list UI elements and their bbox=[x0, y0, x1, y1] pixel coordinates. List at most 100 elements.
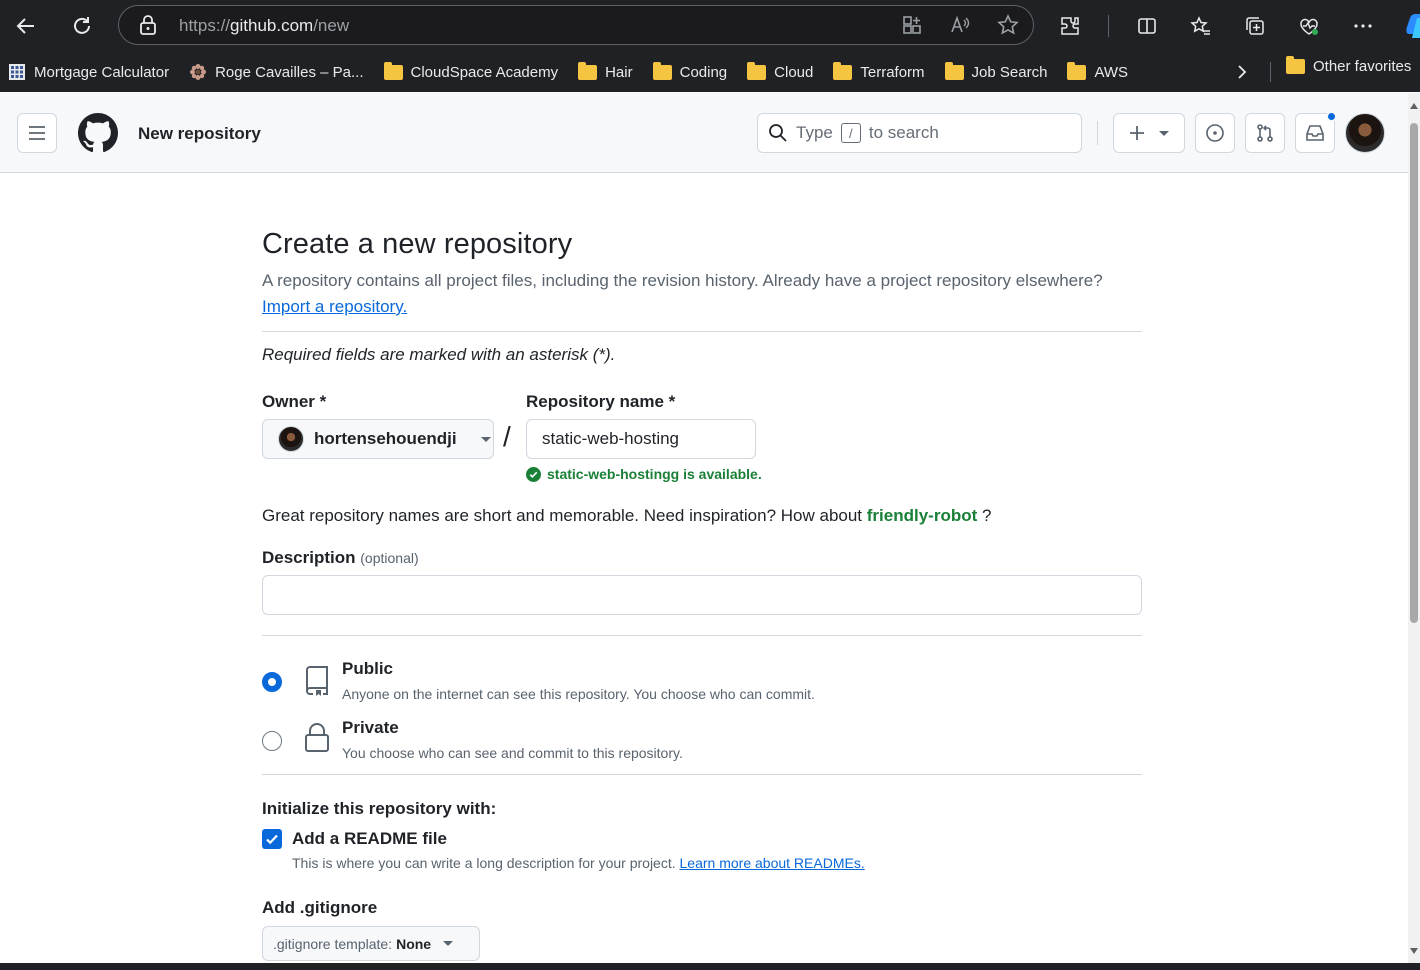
bookmark-label: Mortgage Calculator bbox=[34, 63, 170, 81]
bookmark-roge-cavailles[interactable]: Roge Cavailles – Pa... bbox=[189, 58, 364, 86]
bookmark-label: Job Search bbox=[971, 63, 1048, 81]
folder-icon bbox=[383, 61, 403, 80]
address-bar[interactable]: https://github.com/new bbox=[118, 5, 1034, 45]
divider bbox=[262, 331, 1142, 332]
pull-requests-button[interactable] bbox=[1245, 113, 1285, 153]
checkmark-icon bbox=[266, 834, 278, 845]
read-aloud-icon[interactable] bbox=[949, 14, 971, 41]
public-radio[interactable] bbox=[262, 672, 282, 692]
private-radio[interactable] bbox=[262, 731, 282, 751]
description-input[interactable] bbox=[262, 575, 1142, 615]
owner-avatar bbox=[278, 426, 304, 452]
copilot-icon[interactable] bbox=[1401, 10, 1420, 42]
browser-essentials-icon[interactable] bbox=[1293, 10, 1325, 42]
bookmark-folder-coding[interactable]: Coding bbox=[652, 58, 728, 86]
back-button[interactable] bbox=[10, 10, 42, 42]
scroll-thumb[interactable] bbox=[1410, 123, 1418, 623]
page-scrollbar[interactable] bbox=[1408, 93, 1420, 963]
refresh-button[interactable] bbox=[66, 10, 98, 42]
availability-text: static-web-hostingg is available. bbox=[547, 466, 762, 482]
other-favorites-folder[interactable]: Other favorites bbox=[1286, 56, 1412, 75]
owner-repo-separator: / bbox=[503, 421, 511, 452]
issues-button[interactable] bbox=[1195, 113, 1235, 153]
github-logo-icon[interactable] bbox=[78, 113, 118, 158]
scroll-up-arrow-icon[interactable] bbox=[1410, 103, 1418, 109]
page-title: Create a new repository bbox=[262, 228, 573, 260]
search-icon bbox=[769, 124, 787, 142]
search-placeholder-type: Type bbox=[796, 123, 833, 142]
bookmark-folder-hair[interactable]: Hair bbox=[578, 58, 633, 86]
owner-select[interactable]: hortensehouendji bbox=[262, 419, 494, 459]
import-repository-link[interactable]: Import a repository. bbox=[262, 297, 407, 317]
folder-icon bbox=[652, 61, 672, 80]
bookmark-label: Hair bbox=[605, 63, 633, 81]
app-available-icon[interactable] bbox=[901, 14, 923, 41]
bookmark-label: Terraform bbox=[860, 63, 925, 81]
chevron-down-icon bbox=[443, 941, 454, 946]
github-header: New repository Type / to search bbox=[0, 93, 1408, 173]
toolbar-separator bbox=[1108, 15, 1109, 37]
flower-icon bbox=[190, 64, 207, 80]
initialize-label: Initialize this repository with: bbox=[262, 799, 497, 818]
private-description: You choose who can see and commit to thi… bbox=[342, 745, 683, 761]
collections-icon[interactable] bbox=[1239, 10, 1271, 42]
repo-book-icon bbox=[304, 666, 330, 701]
repo-name-input[interactable] bbox=[526, 419, 756, 459]
folder-icon bbox=[944, 61, 964, 80]
bookmark-folder-cloud[interactable]: Cloud bbox=[747, 58, 813, 86]
scroll-down-arrow-icon[interactable] bbox=[1410, 948, 1418, 954]
inbox-button[interactable] bbox=[1295, 111, 1337, 153]
page-subtitle: A repository contains all project files,… bbox=[262, 271, 1103, 290]
availability-message: static-web-hostingg is available. bbox=[526, 466, 762, 482]
visibility-private-option[interactable]: Private You choose who can see and commi… bbox=[262, 718, 1142, 768]
user-avatar[interactable] bbox=[1345, 113, 1385, 153]
create-new-button[interactable] bbox=[1113, 113, 1185, 153]
chevron-down-icon bbox=[480, 436, 491, 442]
readme-description-text: This is where you can write a long descr… bbox=[292, 855, 676, 871]
readme-description: This is where you can write a long descr… bbox=[292, 855, 865, 871]
description-label-text: Description bbox=[262, 548, 356, 567]
browser-toolbar: https://github.com/new bbox=[0, 0, 1420, 52]
bookmarks-overflow-button[interactable] bbox=[1228, 58, 1256, 86]
arrow-left-icon bbox=[16, 18, 34, 34]
bookmark-label: AWS bbox=[1094, 63, 1129, 81]
owner-value: hortensehouendji bbox=[314, 429, 457, 448]
readme-label[interactable]: Add a README file bbox=[292, 829, 447, 849]
extensions-icon[interactable] bbox=[1054, 10, 1086, 42]
bookmark-folder-terraform[interactable]: Terraform bbox=[833, 58, 925, 86]
split-screen-icon[interactable] bbox=[1131, 10, 1163, 42]
learn-more-readmes-link[interactable]: Learn more about READMEs. bbox=[680, 855, 865, 871]
bookmarks-bar: Mortgage Calculator Roge Cavailles – Pa.… bbox=[0, 52, 1420, 92]
calculator-icon bbox=[9, 64, 25, 80]
chevron-right-icon bbox=[1238, 65, 1247, 79]
bookmark-folder-job-search[interactable]: Job Search bbox=[944, 58, 1048, 86]
gitignore-prefix: .gitignore template: bbox=[273, 935, 393, 952]
window-bottom-edge bbox=[0, 963, 1420, 970]
more-menu-icon[interactable] bbox=[1347, 10, 1379, 42]
gitignore-template-select[interactable]: .gitignore template: None bbox=[262, 926, 480, 961]
favorite-star-icon[interactable] bbox=[997, 14, 1019, 41]
optional-tag: (optional) bbox=[360, 550, 419, 566]
menu-button[interactable] bbox=[17, 113, 57, 153]
lock-icon bbox=[139, 15, 157, 40]
bookmark-mortgage-calculator[interactable]: Mortgage Calculator bbox=[8, 58, 169, 86]
readme-checkbox[interactable] bbox=[262, 829, 282, 849]
suggested-name-button[interactable]: friendly-robot bbox=[867, 506, 978, 525]
favorites-icon[interactable] bbox=[1185, 10, 1217, 42]
refresh-icon bbox=[74, 17, 90, 34]
visibility-public-option[interactable]: Public Anyone on the internet can see th… bbox=[262, 659, 1142, 709]
other-favorites-label: Other favorites bbox=[1313, 58, 1412, 75]
divider bbox=[262, 635, 1142, 636]
bookmark-folder-cloudspace-academy[interactable]: CloudSpace Academy bbox=[383, 58, 558, 86]
page-context-title: New repository bbox=[138, 124, 261, 143]
search-input[interactable]: Type / to search bbox=[757, 113, 1082, 153]
folder-icon bbox=[1067, 61, 1087, 80]
inspiration-end: ? bbox=[982, 506, 992, 525]
bookmark-label: Coding bbox=[679, 63, 728, 81]
folder-icon bbox=[1286, 56, 1305, 74]
description-label: Description (optional) bbox=[262, 548, 419, 568]
bookmark-folder-aws[interactable]: AWS bbox=[1067, 58, 1128, 86]
url-text: https://github.com/new bbox=[179, 16, 350, 35]
owner-label: Owner * bbox=[262, 392, 327, 411]
search-placeholder-rest: to search bbox=[868, 123, 939, 142]
